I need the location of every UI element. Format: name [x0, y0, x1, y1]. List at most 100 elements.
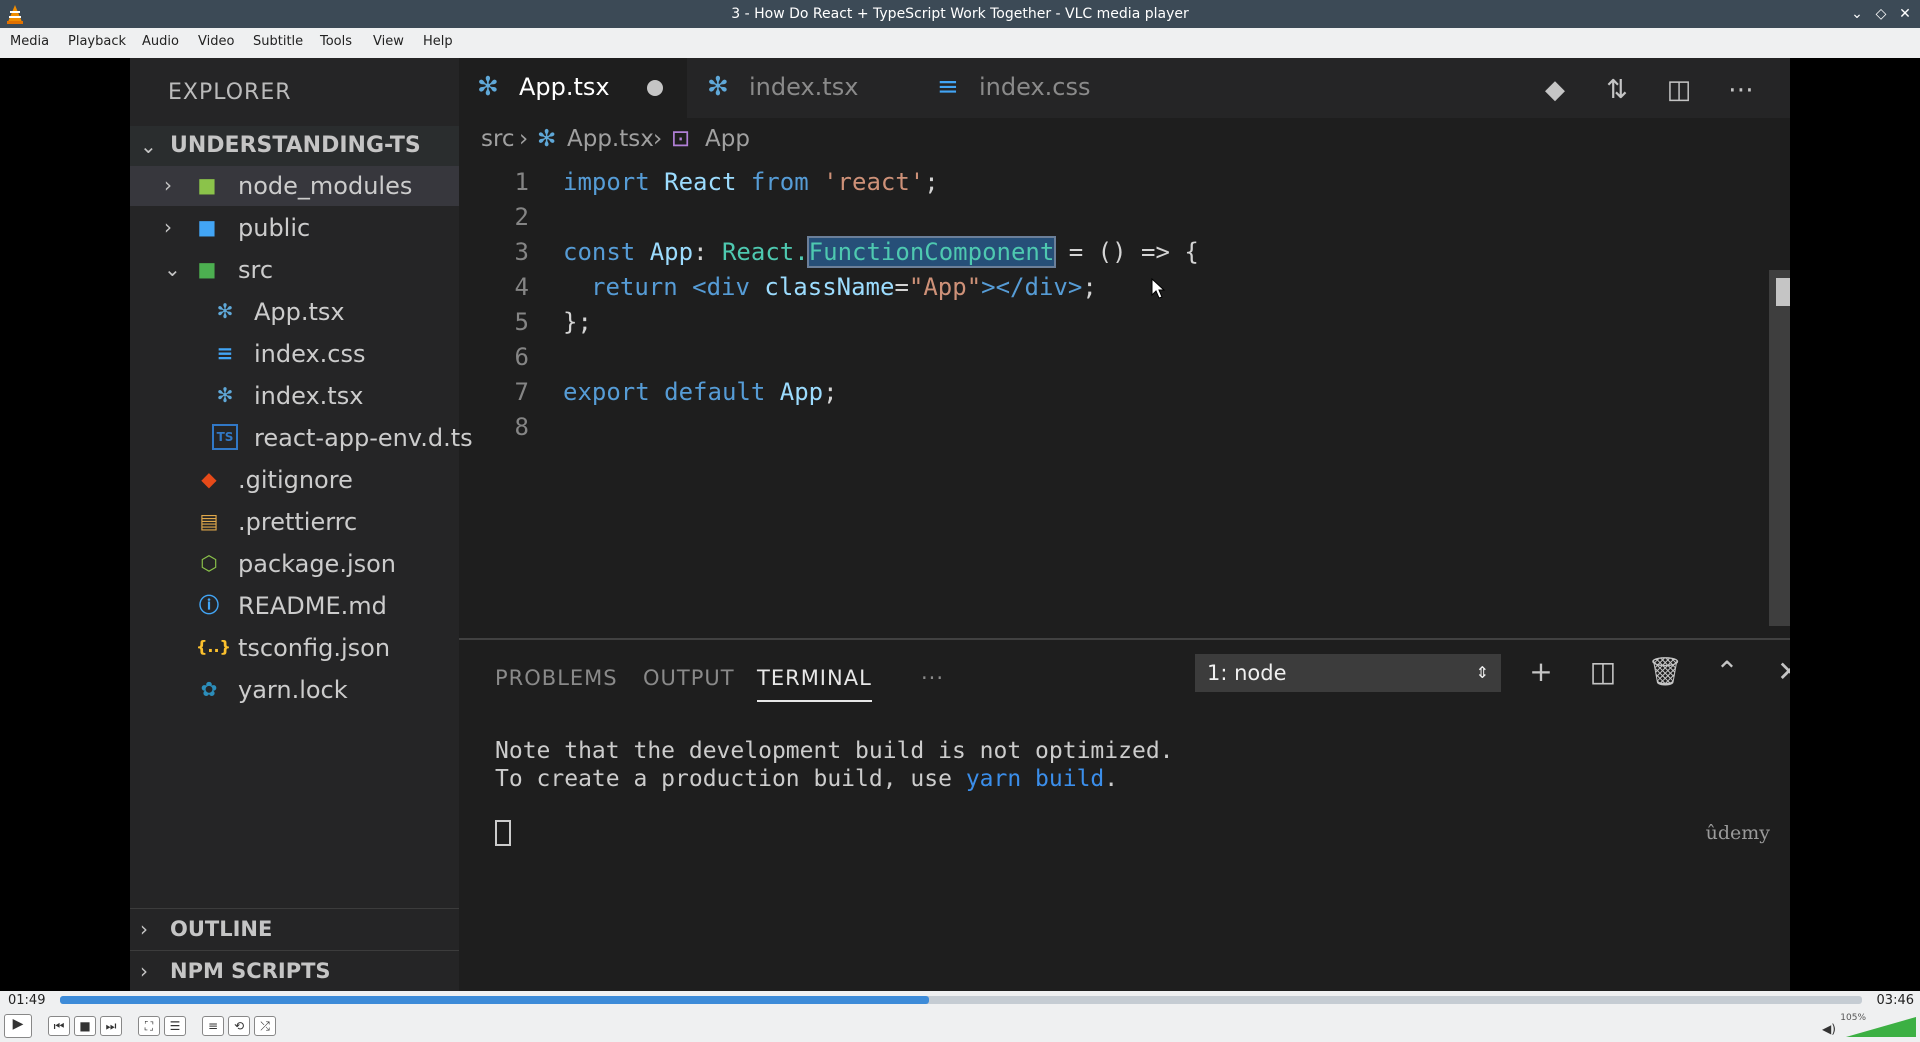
- breadcrumb-src[interactable]: src: [481, 126, 515, 152]
- code-line-3: const App: React.FunctionComponent = () …: [563, 236, 1199, 268]
- project-header[interactable]: ⌄ UNDERSTANDING-TS: [130, 126, 459, 166]
- menu-video[interactable]: Video: [198, 34, 234, 49]
- tree-item-react-app-env[interactable]: TS react-app-env.d.ts: [130, 418, 473, 458]
- volume-control[interactable]: ◀) 105%: [1822, 1013, 1916, 1041]
- new-terminal-icon[interactable]: +: [1521, 652, 1561, 692]
- tree-item-public[interactable]: › ■ public: [130, 208, 459, 248]
- mouse-cursor-icon: [1151, 278, 1166, 299]
- section-label: OUTLINE: [170, 917, 273, 941]
- menu-audio[interactable]: Audio: [142, 34, 179, 49]
- breadcrumb: src › ✻ App.tsx › ⊡ App: [459, 118, 1790, 158]
- menu-media[interactable]: Media: [10, 34, 49, 49]
- chevron-right-icon: ›: [164, 173, 172, 197]
- tree-item-index-css[interactable]: ≡ index.css: [130, 334, 459, 374]
- split-editor-icon[interactable]: ◫: [1661, 72, 1697, 108]
- more-tabs-icon[interactable]: ···: [921, 666, 944, 690]
- tab-problems[interactable]: PROBLEMS: [495, 666, 618, 690]
- menu-view[interactable]: View: [373, 34, 404, 49]
- tree-item-label: public: [238, 214, 311, 242]
- tree-item-app-tsx[interactable]: ✻ App.tsx: [130, 292, 459, 332]
- menu-subtitle[interactable]: Subtitle: [253, 34, 303, 49]
- terminal-select[interactable]: 1: node ⇕: [1195, 654, 1501, 692]
- editor-scrollbar[interactable]: [1769, 270, 1790, 626]
- git-compare-icon[interactable]: ◆: [1537, 72, 1573, 108]
- token: return: [591, 273, 678, 301]
- trash-icon[interactable]: 🗑: [1645, 652, 1685, 692]
- tree-item-tsconfig[interactable]: {..} tsconfig.json: [130, 628, 459, 668]
- tree-item-index-tsx[interactable]: ✻ index.tsx: [130, 376, 459, 416]
- loop-icon[interactable]: ⟲: [228, 1016, 250, 1036]
- tree-item-label: README.md: [238, 592, 387, 620]
- menu-help[interactable]: Help: [423, 34, 453, 49]
- open-changes-icon[interactable]: ⇅: [1599, 72, 1635, 108]
- breadcrumb-symbol[interactable]: App: [705, 126, 750, 152]
- npm-scripts-section[interactable]: › NPM SCRIPTS: [130, 950, 459, 991]
- code-line-7: export default App;: [563, 378, 838, 406]
- volume-percent: 105%: [1840, 1013, 1866, 1023]
- split-terminal-icon[interactable]: ◫: [1583, 652, 1623, 692]
- token: "App": [908, 273, 982, 301]
- react-icon: ✻: [477, 72, 499, 102]
- close-icon[interactable]: ✕: [1894, 3, 1916, 25]
- tree-item-prettierrc[interactable]: ▤ .prettierrc: [130, 502, 459, 542]
- line-number: 2: [514, 203, 529, 231]
- tab-index-tsx[interactable]: ✻ index.tsx: [689, 58, 917, 118]
- breadcrumb-file[interactable]: App.tsx: [567, 126, 654, 152]
- css-icon: ≡: [937, 72, 959, 102]
- tab-output[interactable]: OUTPUT: [643, 666, 735, 690]
- tree-item-gitignore[interactable]: ◆ .gitignore: [130, 460, 459, 500]
- tree-item-label: tsconfig.json: [238, 634, 391, 662]
- scrollbar-thumb[interactable]: [1776, 278, 1790, 306]
- token: =: [894, 273, 909, 301]
- tree-item-package-json[interactable]: ⬡ package.json: [130, 544, 459, 584]
- maximize-panel-icon[interactable]: ⌃: [1707, 652, 1747, 692]
- code-line-5: };: [563, 308, 592, 336]
- token: export: [563, 378, 650, 406]
- more-actions-icon[interactable]: ⋯: [1723, 72, 1759, 108]
- outline-section[interactable]: › OUTLINE: [130, 908, 459, 949]
- seek-slider[interactable]: [60, 996, 1862, 1004]
- tab-label: index.css: [979, 73, 1091, 101]
- explorer-sidebar: EXPLORER ⌄ UNDERSTANDING-TS › ■ node_mod…: [130, 58, 473, 991]
- stop-icon[interactable]: ■: [74, 1016, 96, 1036]
- chevron-right-icon: ›: [653, 126, 663, 152]
- code-editor[interactable]: 1 2 3 4 5 6 7 8 import React from 'react…: [459, 158, 1790, 636]
- player-controls: ▶ ⏮ ■ ⏭ ⛶ ☰ ≡ ⟲ ⤮ ◀) 105%: [0, 1011, 1920, 1042]
- menu-tools[interactable]: Tools: [320, 34, 352, 49]
- video-area[interactable]: EXPLORER ⌄ UNDERSTANDING-TS › ■ node_mod…: [0, 58, 1920, 991]
- tree-item-yarn-lock[interactable]: ✿ yarn.lock: [130, 670, 459, 710]
- close-panel-icon[interactable]: ✕: [1769, 652, 1790, 692]
- tree-item-label: index.css: [254, 340, 366, 368]
- tab-app-tsx[interactable]: ✻ App.tsx: [459, 58, 687, 118]
- speaker-icon[interactable]: ◀): [1822, 1022, 1836, 1036]
- vlc-title-bar: 3 - How Do React + TypeScript Work Toget…: [0, 0, 1920, 28]
- tree-item-node-modules[interactable]: › ■ node_modules: [130, 166, 459, 206]
- tree-item-src[interactable]: ⌄ ■ src: [130, 250, 459, 290]
- react-icon: ✻: [216, 299, 234, 323]
- tab-terminal[interactable]: TERMINAL: [757, 666, 872, 702]
- tree-item-label: index.tsx: [254, 382, 364, 410]
- maximize-icon[interactable]: ◇: [1870, 3, 1892, 25]
- token: import: [563, 168, 650, 196]
- terminal-line-1: Note that the development build is not o…: [495, 738, 1174, 764]
- line-number: 4: [514, 273, 529, 301]
- json-icon: {..}: [196, 637, 231, 656]
- menu-playback[interactable]: Playback: [68, 34, 126, 49]
- udemy-watermark: ûdemy: [1705, 822, 1770, 844]
- yarn-icon: ✿: [200, 677, 218, 701]
- fullscreen-icon[interactable]: ⛶: [138, 1016, 160, 1036]
- tab-index-css[interactable]: ≡ index.css: [919, 58, 1147, 118]
- shuffle-icon[interactable]: ⤮: [254, 1016, 276, 1036]
- next-icon[interactable]: ⏭: [100, 1016, 122, 1036]
- play-icon[interactable]: ▶: [4, 1014, 32, 1038]
- select-arrows-icon: ⇕: [1475, 663, 1489, 682]
- tree-item-readme[interactable]: ⓘ README.md: [130, 586, 459, 626]
- window-title: 3 - How Do React + TypeScript Work Toget…: [731, 6, 1189, 22]
- playlist-icon[interactable]: ≡: [202, 1016, 224, 1036]
- previous-icon[interactable]: ⏮: [48, 1016, 70, 1036]
- token: React.: [721, 238, 809, 266]
- minimize-icon[interactable]: ⌄: [1846, 3, 1868, 25]
- tree-item-label: .gitignore: [238, 466, 353, 494]
- token: ></div>: [981, 273, 1083, 301]
- extended-settings-icon[interactable]: ☰: [164, 1016, 186, 1036]
